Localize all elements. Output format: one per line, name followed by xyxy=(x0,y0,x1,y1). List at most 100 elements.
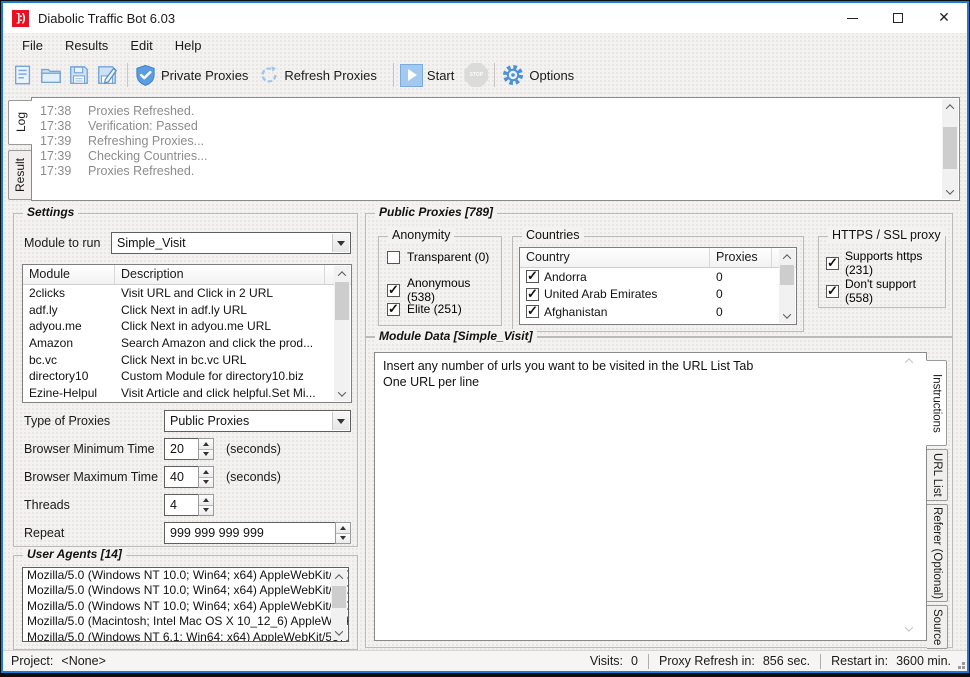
scrollbar-thumb[interactable] xyxy=(332,586,346,608)
list-item[interactable]: Mozilla/5.0 (Windows NT 10.0; Win64; x64… xyxy=(23,599,348,614)
table-row[interactable]: United Arab Emirates 0 xyxy=(520,286,796,304)
table-row[interactable]: Amazon Search Amazon and click the prod..… xyxy=(23,335,351,352)
table-row[interactable]: Andorra 0 xyxy=(520,268,796,286)
scrollbar-thumb[interactable] xyxy=(943,127,957,169)
tab-referer[interactable]: Referer (Optional) xyxy=(927,504,948,602)
spin-down-icon[interactable] xyxy=(199,449,213,459)
scroll-down-icon[interactable] xyxy=(334,386,350,401)
type-of-proxies-select[interactable]: Public Proxies xyxy=(164,410,351,432)
maximize-button[interactable] xyxy=(875,3,921,33)
save-project-button[interactable] xyxy=(65,62,92,89)
checkbox-transparent[interactable]: Transparent (0) xyxy=(387,250,489,264)
checkbox-elite[interactable]: Elite (251) xyxy=(387,301,462,317)
table-row[interactable]: directory10 Custom Module for directory10… xyxy=(23,368,351,385)
col-proxies[interactable]: Proxies xyxy=(710,248,772,267)
module-data-textarea[interactable]: Insert any number of urls you want to be… xyxy=(374,352,927,641)
menu-file[interactable]: File xyxy=(11,35,54,56)
menu-results[interactable]: Results xyxy=(54,35,119,56)
scroll-up-icon[interactable] xyxy=(942,99,958,114)
tab-result[interactable]: Result xyxy=(8,150,31,200)
project-value: <None> xyxy=(61,654,106,668)
scroll-up-icon[interactable] xyxy=(331,569,347,584)
scroll-up-icon[interactable] xyxy=(904,358,914,367)
scroll-down-icon[interactable] xyxy=(904,623,914,632)
countries-title: Countries xyxy=(522,228,584,242)
repeat-stepper[interactable]: 999 999 999 999 xyxy=(164,522,351,544)
col-module[interactable]: Module xyxy=(23,265,115,284)
scrollbar-thumb[interactable] xyxy=(335,282,349,320)
window-title: Diabolic Traffic Bot 6.03 xyxy=(38,10,176,26)
scroll-down-icon[interactable] xyxy=(331,625,347,640)
checkbox-icon[interactable] xyxy=(526,287,539,301)
checkbox-dont-support[interactable]: Don't support (558) xyxy=(826,277,945,305)
col-country[interactable]: Country xyxy=(520,248,710,267)
module-to-run-select[interactable]: Simple_Visit xyxy=(111,232,351,254)
browser-max-stepper[interactable]: 40 xyxy=(164,466,214,488)
table-row[interactable]: Afghanistan 0 xyxy=(520,303,796,321)
save-as-button[interactable] xyxy=(93,62,120,89)
chevron-down-icon[interactable] xyxy=(332,412,349,430)
user-agents-list[interactable]: Mozilla/5.0 (Windows NT 10.0; Win64; x64… xyxy=(22,567,349,642)
spin-up-icon[interactable] xyxy=(199,439,213,450)
chevron-down-icon[interactable] xyxy=(332,234,349,252)
tab-instructions[interactable]: Instructions xyxy=(926,360,947,446)
table-row[interactable]: bc.vc Click Next in bc.vc URL xyxy=(23,351,351,368)
user-agents-scrollbar[interactable] xyxy=(331,569,347,640)
options-button[interactable]: Options xyxy=(501,63,580,87)
tab-url-list[interactable]: URL List xyxy=(927,449,948,501)
toolbar-separator xyxy=(392,63,394,87)
menu-help[interactable]: Help xyxy=(164,35,213,56)
open-project-button[interactable] xyxy=(37,62,64,89)
checkbox-supports-https[interactable]: Supports https (231) xyxy=(826,249,945,277)
resize-grip-icon[interactable] xyxy=(962,666,965,669)
scroll-down-icon[interactable] xyxy=(942,184,958,199)
browser-min-stepper[interactable]: 20 xyxy=(164,438,214,460)
spin-down-icon[interactable] xyxy=(199,505,213,515)
spin-up-icon[interactable] xyxy=(199,467,213,478)
browser-min-label: Browser Minimum Time xyxy=(24,442,155,456)
spin-up-icon[interactable] xyxy=(199,495,213,506)
start-button[interactable]: Start xyxy=(399,63,460,87)
threads-stepper[interactable]: 4 xyxy=(164,494,214,516)
spin-down-icon[interactable] xyxy=(336,533,350,543)
table-row[interactable]: adf.ly Click Next in adf.ly URL xyxy=(23,302,351,319)
table-row[interactable]: 2clicks Visit URL and Click in 2 URL xyxy=(23,285,351,302)
table-row[interactable]: Ezine-Helpul Visit Article and click help… xyxy=(23,385,351,402)
menu-edit[interactable]: Edit xyxy=(119,35,163,56)
restart-status: Restart in: 3600 min. xyxy=(831,654,951,668)
private-proxies-button[interactable]: Private Proxies xyxy=(134,64,254,87)
refresh-icon xyxy=(261,66,277,83)
checkbox-icon[interactable] xyxy=(387,301,400,317)
list-item[interactable]: Mozilla/5.0 (Windows NT 10.0; Win64; x64… xyxy=(23,568,348,583)
shield-icon xyxy=(136,64,155,86)
checkbox-icon[interactable] xyxy=(526,305,539,319)
tab-log[interactable]: Log xyxy=(8,100,32,145)
list-item[interactable]: Mozilla/5.0 (Windows NT 6.1; Win64; x64)… xyxy=(23,630,348,641)
checkbox-icon[interactable] xyxy=(387,250,400,264)
log-scrollbar[interactable] xyxy=(942,99,958,199)
col-description[interactable]: Description xyxy=(115,265,325,284)
scrollbar-thumb[interactable] xyxy=(780,265,794,285)
close-button[interactable]: ✕ xyxy=(921,3,967,33)
log-output[interactable]: 17:38 Proxies Refreshed. 17:38 Verificatio… xyxy=(31,97,960,201)
scroll-up-icon[interactable] xyxy=(334,266,350,281)
scroll-down-icon[interactable] xyxy=(779,308,795,323)
minimize-button[interactable] xyxy=(829,3,875,33)
checkbox-icon[interactable] xyxy=(826,283,839,299)
status-bar: Project: <None> Visits: 0 Proxy Refresh i… xyxy=(3,650,967,671)
scroll-up-icon[interactable] xyxy=(779,249,795,264)
list-item[interactable]: Mozilla/5.0 (Macintosh; Intel Mac OS X 1… xyxy=(23,614,348,629)
countries-scrollbar[interactable] xyxy=(779,249,795,323)
checkbox-icon[interactable] xyxy=(826,255,839,271)
table-row[interactable]: adyou.me Click Next in adyou.me URL xyxy=(23,318,351,335)
modules-scrollbar[interactable] xyxy=(334,266,350,401)
spin-up-icon[interactable] xyxy=(336,523,350,534)
checkbox-icon[interactable] xyxy=(387,282,400,298)
new-project-button[interactable] xyxy=(9,62,36,89)
list-item[interactable]: Mozilla/5.0 (Windows NT 10.0; Win64; x64… xyxy=(23,583,348,598)
spin-down-icon[interactable] xyxy=(199,477,213,487)
refresh-proxies-button[interactable]: Refresh Proxies xyxy=(258,64,382,86)
checkbox-icon[interactable] xyxy=(526,270,539,284)
checkbox-anonymous[interactable]: Anonymous (538) xyxy=(387,276,501,304)
tab-source[interactable]: Source xyxy=(927,605,948,649)
